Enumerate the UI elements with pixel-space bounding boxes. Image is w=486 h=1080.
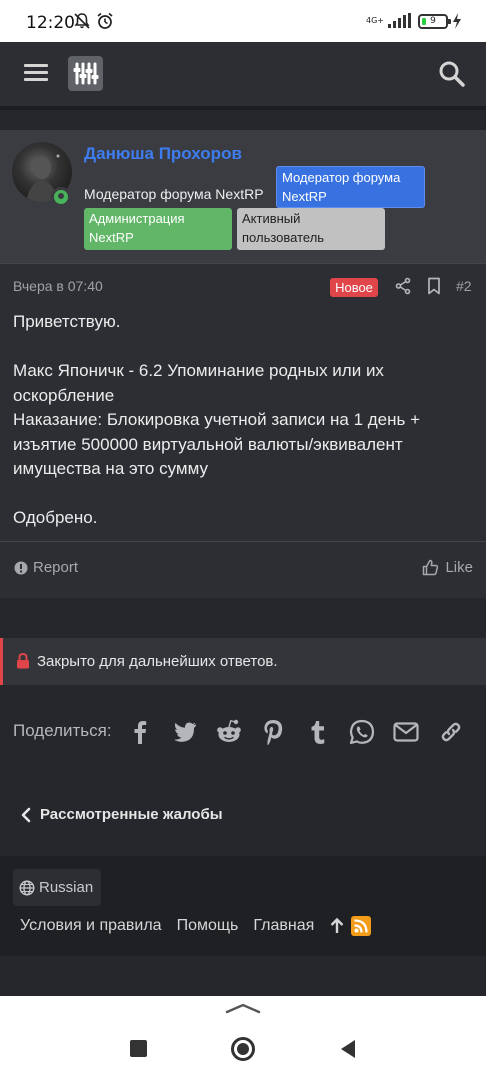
section-gap: [0, 598, 486, 638]
chevron-left-icon: [21, 807, 31, 822]
report-button[interactable]: Report: [14, 559, 78, 576]
arrow-up-icon[interactable]: [329, 917, 345, 935]
battery-level: 9: [430, 16, 436, 26]
bookmark-icon[interactable]: [426, 277, 442, 295]
post-actions: Report Like: [0, 541, 486, 598]
lock-icon: [17, 653, 29, 669]
alarm-icon: [97, 12, 113, 29]
site-logo[interactable]: [68, 56, 103, 91]
administration-badge: Администрация NextRP: [84, 208, 232, 250]
breadcrumb[interactable]: Рассмотренные жалобы: [20, 806, 223, 823]
network-label: 4G+: [366, 16, 384, 25]
twitter-icon[interactable]: [169, 717, 199, 747]
status-time: 12:20: [26, 13, 75, 33]
post-user-header: Данюша Прохоров Модератор форума NextRP …: [0, 130, 486, 263]
post-message: Данюша Прохоров Модератор форума NextRP …: [0, 130, 486, 598]
closed-notice-text: Закрыто для дальнейших ответов.: [37, 653, 278, 670]
rss-glyph: [354, 919, 368, 933]
search-icon[interactable]: [436, 58, 468, 90]
footer-links: Условия и правила Помощь Главная: [20, 916, 372, 936]
recent-apps-button[interactable]: [130, 1040, 147, 1057]
footer-link-home[interactable]: Главная: [253, 917, 314, 935]
post-number[interactable]: #2: [456, 278, 472, 294]
thumbs-up-icon: [423, 559, 439, 576]
like-label: Like: [445, 559, 473, 576]
user-title: Модератор форума NextRP: [84, 186, 264, 202]
equalizer-logo-icon: [73, 62, 99, 85]
rss-icon[interactable]: [351, 916, 372, 936]
mute-bell-icon: [74, 13, 90, 29]
post-meta: Вчера в 07:40 Новое #2: [0, 263, 486, 309]
language-selector[interactable]: Russian: [13, 869, 102, 906]
back-button[interactable]: [339, 1039, 357, 1059]
share-icon[interactable]: [394, 277, 412, 295]
battery-icon: 9: [418, 13, 451, 29]
menu-icon[interactable]: [24, 64, 50, 84]
post-username[interactable]: Данюша Прохоров: [84, 144, 242, 164]
like-button[interactable]: Like: [422, 559, 473, 576]
chevron-up-icon[interactable]: [225, 1002, 261, 1014]
post-violation: Макс Японичк - 6.2 Упоминание родных или…: [13, 361, 384, 405]
globe-icon: [19, 879, 35, 896]
system-navigation-bar: [0, 996, 486, 1080]
share-row: Поделиться:: [0, 712, 486, 752]
footer-link-help[interactable]: Помощь: [177, 917, 239, 935]
charging-icon: [453, 13, 461, 29]
home-button[interactable]: [231, 1037, 255, 1061]
post-date[interactable]: Вчера в 07:40: [13, 278, 103, 294]
active-user-badge: Активный пользователь: [237, 208, 385, 250]
reddit-icon[interactable]: [214, 717, 244, 747]
page-footer: Russian Условия и правила Помощь Главная: [0, 856, 486, 956]
facebook-icon[interactable]: [125, 717, 155, 747]
post-punishment: Наказание: Блокировка учетной записи на …: [13, 410, 421, 478]
report-icon: [14, 561, 28, 574]
pinterest-icon[interactable]: [258, 717, 288, 747]
post-verdict: Одобрено.: [13, 508, 98, 527]
share-label: Поделиться:: [13, 721, 112, 740]
bottom-spacer: [0, 956, 486, 996]
post-body: Приветствую. Макс Японичк - 6.2 Упоминан…: [13, 310, 473, 531]
post-greeting: Приветствую.: [13, 312, 121, 331]
email-icon[interactable]: [391, 717, 421, 747]
top-navigation: [0, 42, 486, 106]
report-label: Report: [33, 559, 79, 576]
nav-divider: [0, 106, 486, 110]
link-icon[interactable]: [436, 717, 466, 747]
status-bar: 12:20 4G+ 9: [0, 0, 486, 42]
moderator-badge: Модератор форума NextRP: [276, 166, 425, 208]
thread-closed-notice: Закрыто для дальнейших ответов.: [0, 638, 486, 685]
whatsapp-icon[interactable]: [347, 717, 377, 747]
signal-icon: [388, 13, 411, 28]
tumblr-icon[interactable]: [303, 717, 333, 747]
online-status-icon: [51, 187, 71, 207]
breadcrumb-label: Рассмотренные жалобы: [40, 806, 223, 823]
footer-link-terms[interactable]: Условия и правила: [20, 917, 162, 935]
language-label: Russian: [39, 879, 94, 896]
new-badge: Новое: [330, 278, 378, 297]
